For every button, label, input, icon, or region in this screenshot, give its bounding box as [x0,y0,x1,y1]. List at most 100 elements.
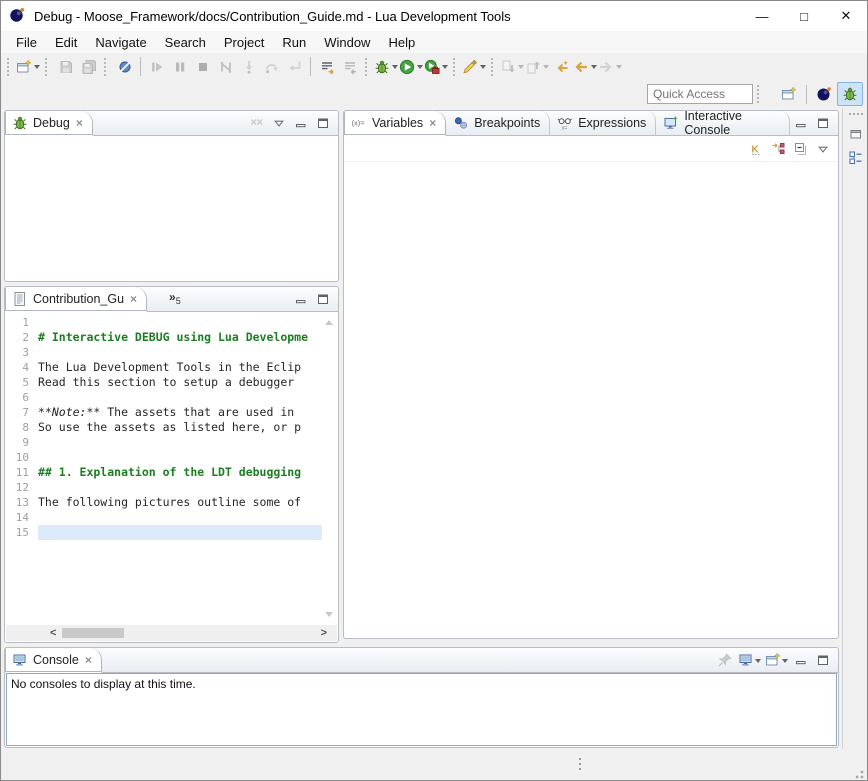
editor-line[interactable]: 14 [6,510,322,525]
run-button[interactable] [399,55,424,78]
editor-line[interactable]: 15 [6,525,322,540]
editor-horizontal-scrollbar[interactable]: < > [6,625,337,641]
dropdown-arrow-icon[interactable] [616,65,622,72]
maximize-window-button[interactable]: □ [783,1,825,31]
editor-line[interactable]: 8So use the assets as listed here, or p [6,420,322,435]
close-window-button[interactable]: ✕ [825,1,867,31]
editor-line[interactable]: 2# Interactive DEBUG using Lua Developme [6,330,322,345]
editor-line[interactable]: 3 [6,345,322,360]
menu-project[interactable]: Project [215,33,273,52]
maximize-button[interactable] [312,289,334,309]
scroll-up-icon[interactable] [325,316,333,325]
menu-search[interactable]: Search [156,33,215,52]
tab-variables[interactable]: (x)=Variables× [344,111,446,136]
resize-grip[interactable] [852,767,864,779]
collapse-all-button[interactable] [790,139,812,159]
menu-help[interactable]: Help [379,33,424,52]
editor-vertical-scrollbar[interactable] [322,312,337,625]
drop-to-frame-button[interactable] [315,55,338,78]
disconnect-button[interactable] [214,55,237,78]
trim-drag-handle[interactable] [849,113,863,117]
dropdown-arrow-icon[interactable] [442,65,448,72]
editor-line[interactable]: 4The Lua Development Tools in the Eclip [6,360,322,375]
minimize-button[interactable] [290,113,312,133]
step-over-button[interactable] [260,55,283,78]
dropdown-arrow-icon[interactable] [755,659,761,666]
scroll-right-icon[interactable]: > [319,627,329,639]
editor-line[interactable]: 13The following pictures outline some of [6,495,322,510]
minimize-button[interactable] [790,113,812,133]
open-perspective-button[interactable] [776,82,802,106]
editor-line[interactable]: 9 [6,435,322,450]
tab-expressions[interactable]: x=Expressions [550,111,656,135]
editor-line[interactable]: 11## 1. Explanation of the LDT debugging [6,465,322,480]
mark-occurrences-button[interactable] [462,55,487,78]
tab-breakpoints[interactable]: Breakpoints [446,111,550,135]
resume-button[interactable] [145,55,168,78]
dropdown-arrow-icon[interactable] [417,65,423,72]
editor-line[interactable]: 7**Note:** The assets that are used in [6,405,322,420]
dropdown-arrow-icon[interactable] [591,65,597,72]
external-tools-button[interactable] [424,55,449,78]
dropdown-arrow-icon[interactable] [392,65,398,72]
text-editor[interactable]: 12# Interactive DEBUG using Lua Developm… [6,312,322,625]
close-icon[interactable]: × [85,654,92,666]
last-edit-location-button[interactable] [550,55,573,78]
outline-view-button[interactable] [845,147,867,169]
tab-interactive-console[interactable]: Interactive Console [656,111,790,135]
open-console-button[interactable] [763,650,790,670]
debug-button[interactable] [374,55,399,78]
maximize-button[interactable] [812,650,834,670]
close-icon[interactable]: × [130,293,137,305]
close-icon[interactable]: × [76,117,83,129]
view-menu-button[interactable] [812,139,834,159]
display-selected-console-button[interactable] [736,650,763,670]
menu-window[interactable]: Window [315,33,379,52]
show-type-names-button[interactable]: K [746,139,768,159]
debug-perspective-button[interactable] [837,82,863,106]
dropdown-arrow-icon[interactable] [543,65,549,72]
dropdown-arrow-icon[interactable] [518,65,524,72]
tab-debug[interactable]: Debug × [5,111,93,136]
next-annotation-button[interactable] [500,55,525,78]
tab-contribution-guide[interactable]: Contribution_Gu × [5,287,147,312]
menu-file[interactable]: File [7,33,46,52]
show-logical-structures-button[interactable] [768,139,790,159]
maximize-button[interactable] [312,113,334,133]
minimize-button[interactable] [790,650,812,670]
minimize-button[interactable] [290,289,312,309]
save-all-button[interactable] [77,55,100,78]
suspend-button[interactable] [168,55,191,78]
editor-line[interactable]: 10 [6,450,322,465]
close-icon[interactable]: × [429,117,436,129]
editor-line[interactable]: 5Read this section to setup a debugger [6,375,322,390]
dropdown-arrow-icon[interactable] [480,65,486,72]
forward-button[interactable] [598,55,623,78]
menu-edit[interactable]: Edit [46,33,86,52]
maximize-button[interactable] [812,113,834,133]
dropdown-arrow-icon[interactable] [34,65,40,72]
skip-all-breakpoints-button[interactable] [113,55,136,78]
editor-line[interactable]: 12 [6,480,322,495]
menu-navigate[interactable]: Navigate [86,33,155,52]
use-step-filters-button[interactable] [338,55,361,78]
remove-all-terminated-button[interactable] [246,113,268,133]
back-button[interactable] [573,55,598,78]
editor-line[interactable]: 6 [6,390,322,405]
terminate-button[interactable] [191,55,214,78]
step-into-button[interactable] [237,55,260,78]
view-menu-button[interactable] [268,113,290,133]
menu-run[interactable]: Run [273,33,315,52]
previous-annotation-button[interactable] [525,55,550,78]
save-button[interactable] [54,55,77,78]
new-wizard-button[interactable] [16,55,41,78]
scroll-left-icon[interactable]: < [48,627,58,639]
hscroll-thumb[interactable] [62,628,124,638]
scroll-down-icon[interactable] [325,612,333,621]
hidden-editors-chevron[interactable]: » 5 [147,287,181,311]
step-return-button[interactable] [283,55,306,78]
dropdown-arrow-icon[interactable] [782,659,788,666]
statusbar-drag-handle[interactable] [579,758,581,770]
restore-pane-button[interactable] [845,123,867,145]
lua-perspective-button[interactable] [811,82,837,106]
